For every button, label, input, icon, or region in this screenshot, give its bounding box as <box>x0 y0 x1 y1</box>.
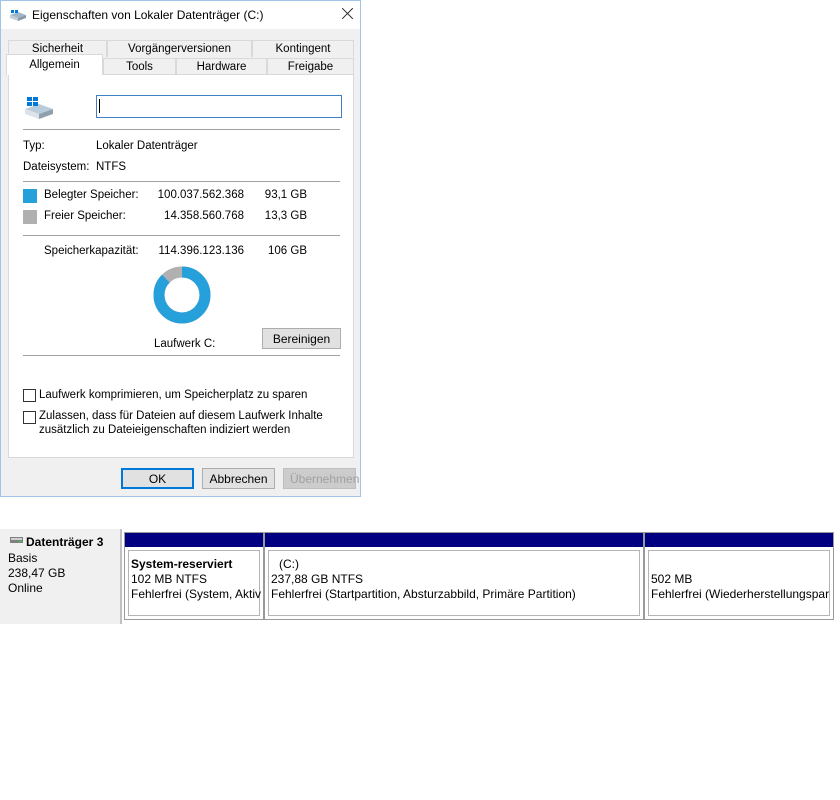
disk-size: 238,47 GB <box>8 566 66 580</box>
partition-system-reserved[interactable]: System-reserviert 102 MB NTFS Fehlerfrei… <box>124 532 264 620</box>
partition-size: 102 MB NTFS <box>131 572 208 586</box>
divider <box>120 529 122 624</box>
close-icon[interactable] <box>338 4 358 24</box>
disk-row: Datenträger 3 Basis 238,47 GB Online Sys… <box>0 529 840 624</box>
disk-status: Online <box>8 581 43 595</box>
apply-button[interactable]: Übernehmen <box>283 468 359 489</box>
compress-label: Laufwerk komprimieren, um Speicherplatz … <box>39 389 308 401</box>
separator <box>23 129 340 130</box>
drive-icon <box>10 10 26 21</box>
tab-freigabe[interactable]: Freigabe <box>267 58 354 75</box>
capacity-label: Speicherkapazität: <box>44 245 139 257</box>
partition-bar <box>125 533 263 547</box>
type-label: Typ: <box>23 140 45 152</box>
disk-info-panel[interactable]: Datenträger 3 Basis 238,47 GB Online <box>0 529 120 624</box>
used-space-gb: 93,1 GB <box>264 189 307 201</box>
partition-size: 502 MB <box>651 572 693 586</box>
disk-icon <box>10 537 23 543</box>
cancel-button[interactable]: Abbrechen <box>202 468 275 489</box>
free-space-gb: 13,3 GB <box>264 210 307 222</box>
capacity-bytes: 114.396.123.136 <box>158 245 244 257</box>
drive-label: Laufwerk C: <box>154 338 216 350</box>
usage-donut-chart <box>153 266 211 324</box>
disk-name: Datenträger 3 <box>26 535 104 549</box>
partition-status: Fehlerfrei (System, Aktiv <box>131 587 262 601</box>
free-space-label: Freier Speicher: <box>44 210 126 222</box>
tab-tools[interactable]: Tools <box>103 58 176 75</box>
partition-size: 237,88 GB NTFS <box>271 572 364 586</box>
capacity-gb: 106 GB <box>268 245 307 257</box>
compress-checkbox[interactable] <box>23 389 36 402</box>
free-space-bytes: 14.358.560.768 <box>164 210 244 222</box>
used-space-bytes: 100.037.562.368 <box>157 189 244 201</box>
partition-recovery[interactable]: 502 MB Fehlerfrei (Wiederherstellungspar <box>644 532 834 620</box>
drive-name-input[interactable] <box>96 95 342 118</box>
ok-button[interactable]: OK <box>121 468 194 489</box>
filesystem-value: NTFS <box>96 161 127 173</box>
hard-drive-icon <box>25 97 53 119</box>
separator <box>23 235 340 236</box>
dialog-title: Eigenschaften von Lokaler Datenträger (C… <box>32 8 264 22</box>
partition-name: System-reserviert <box>131 557 233 571</box>
tab-vorgaengerversionen[interactable]: Vorgängerversionen <box>107 40 252 57</box>
disk-type: Basis <box>8 551 38 565</box>
partition-c[interactable]: (C:) 237,88 GB NTFS Fehlerfrei (Startpar… <box>264 532 644 620</box>
tab-kontingent[interactable]: Kontingent <box>252 40 354 57</box>
tab-allgemein[interactable]: Allgemein <box>6 54 103 75</box>
index-checkbox[interactable] <box>23 411 36 424</box>
title-bar[interactable]: Eigenschaften von Lokaler Datenträger (C… <box>1 1 360 29</box>
used-space-label: Belegter Speicher: <box>44 189 139 201</box>
text-caret <box>99 99 100 113</box>
filesystem-label: Dateisystem: <box>23 161 90 173</box>
index-label-line2: zusätzlich zu Dateieigenschaften indizie… <box>39 424 291 436</box>
used-space-arc <box>153 266 211 324</box>
used-space-swatch <box>23 189 37 203</box>
partition-status: Fehlerfrei (Wiederherstellungspar <box>651 587 830 601</box>
index-label-line1: Zulassen, dass für Dateien auf diesem La… <box>39 410 323 422</box>
partition-bar <box>645 533 833 547</box>
free-space-swatch <box>23 210 37 224</box>
cleanup-button[interactable]: Bereinigen <box>262 328 341 349</box>
partition-bar <box>265 533 643 547</box>
tab-hardware[interactable]: Hardware <box>176 58 267 75</box>
separator <box>23 355 340 356</box>
properties-dialog: Eigenschaften von Lokaler Datenträger (C… <box>0 0 361 497</box>
partition-name: (C:) <box>279 557 299 571</box>
type-value: Lokaler Datenträger <box>96 140 198 152</box>
partition-status: Fehlerfrei (Startpartition, Absturzabbil… <box>271 587 576 601</box>
separator <box>23 181 340 182</box>
